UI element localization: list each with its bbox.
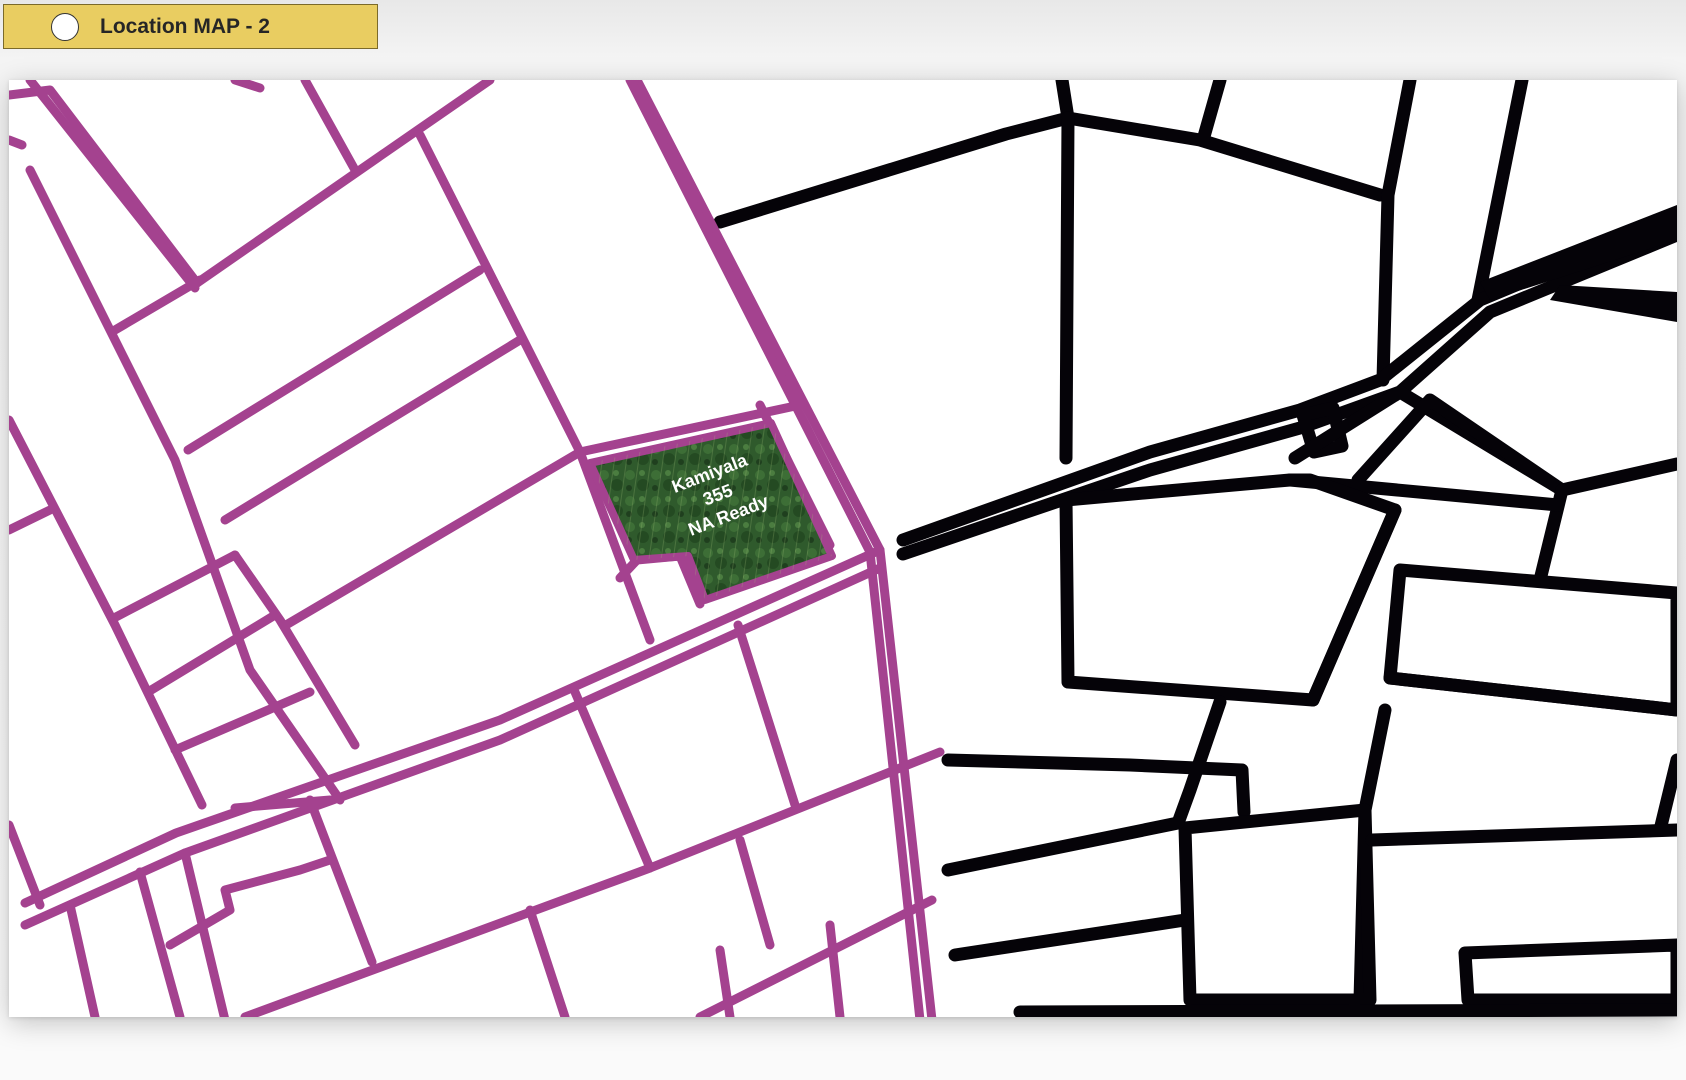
map-title-badge: Location MAP - 2 <box>3 4 378 49</box>
map-title: Location MAP - 2 <box>100 14 270 38</box>
map-canvas: Kamiyala 355 NA Ready <box>9 80 1677 1017</box>
title-circle-icon <box>51 12 79 41</box>
